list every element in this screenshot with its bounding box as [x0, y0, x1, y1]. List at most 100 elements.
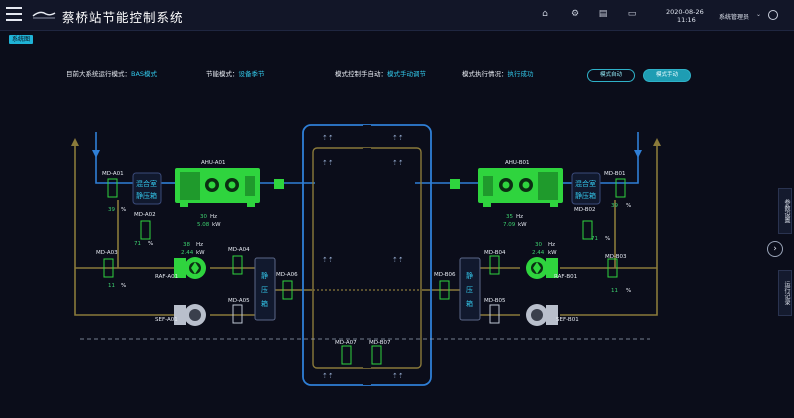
exec-status: 模式执行情况：执行成功: [462, 70, 534, 78]
damper-md-a02: [140, 220, 151, 240]
svg-text:30: 30: [200, 214, 207, 220]
svg-text:%: %: [121, 207, 126, 213]
svg-text:MD-B02: MD-B02: [574, 207, 596, 213]
svg-text:箱: 箱: [466, 299, 473, 308]
damper-md-b05: [489, 304, 500, 324]
svg-text:7.09: 7.09: [503, 222, 516, 228]
sef-b01-fan[interactable]: [526, 304, 558, 326]
records-side-tab[interactable]: 运行记录: [778, 270, 792, 316]
svg-text:Hz: Hz: [516, 214, 523, 220]
chevron-right-icon[interactable]: ›: [767, 241, 783, 257]
logo-icon: [32, 11, 56, 19]
svg-text:5.08: 5.08: [197, 222, 210, 228]
damper-md-b03: [607, 258, 618, 278]
params-side-tab[interactable]: 参数设置: [778, 188, 792, 234]
save-mode-status: 节能模式：设备季节: [206, 70, 265, 78]
svg-text:39: 39: [108, 207, 115, 213]
raf-a01-fan[interactable]: [174, 257, 206, 279]
damper-md-a04: [232, 255, 243, 275]
svg-text:%: %: [148, 241, 153, 247]
svg-text:MD-A02: MD-A02: [134, 212, 156, 218]
svg-text:kW: kW: [196, 250, 205, 256]
svg-text:%: %: [121, 283, 126, 289]
svg-text:静压箱: 静压箱: [136, 191, 157, 200]
sef-a01-fan[interactable]: [174, 304, 206, 326]
left-mixing-box: [132, 172, 162, 205]
svg-text:⇡⇡: ⇡⇡: [322, 134, 334, 142]
user-name[interactable]: 系统管理员: [719, 12, 749, 21]
document-icon[interactable]: ▤: [598, 9, 608, 19]
damper-md-b01: [615, 178, 626, 198]
app-title: 蔡桥站节能控制系统: [62, 10, 184, 25]
time-display: 11:16: [677, 16, 696, 24]
svg-text:Hz: Hz: [210, 214, 217, 220]
svg-text:2.44: 2.44: [181, 250, 194, 256]
air-shaft: [302, 124, 432, 386]
svg-text:Hz: Hz: [548, 242, 555, 248]
svg-text:71: 71: [134, 241, 141, 247]
control-mode-status: 模式控制手自动：模式手动调节: [335, 70, 426, 78]
damper-md-a05: [232, 304, 243, 324]
svg-text:⇡⇡: ⇡⇡: [392, 372, 404, 380]
right-return-duct: [422, 140, 658, 316]
svg-text:⇡⇡: ⇡⇡: [322, 372, 334, 380]
svg-text:⇡⇡: ⇡⇡: [322, 159, 334, 167]
svg-text:MD-B07: MD-B07: [369, 340, 391, 346]
svg-text:压: 压: [261, 286, 268, 294]
svg-text:箱: 箱: [261, 299, 268, 308]
chevron-down-icon[interactable]: ⌄: [756, 11, 761, 18]
left-static-box: [254, 257, 276, 321]
svg-text:MD-B04: MD-B04: [484, 250, 506, 256]
svg-text:静压箱: 静压箱: [575, 191, 596, 200]
svg-text:71: 71: [591, 236, 598, 242]
svg-text:MD-B05: MD-B05: [484, 298, 506, 304]
power-icon[interactable]: [768, 10, 778, 20]
svg-text:kW: kW: [518, 222, 527, 228]
ahu-b01-unit[interactable]: [478, 168, 563, 207]
svg-text:%: %: [626, 203, 631, 209]
svg-text:AHU-B01: AHU-B01: [505, 160, 529, 166]
svg-text:MD-B03: MD-B03: [605, 254, 627, 260]
menu-icon[interactable]: [6, 7, 22, 21]
svg-text:⇡⇡: ⇡⇡: [392, 134, 404, 142]
run-mode-status: 目前大系统运行模式：BAS模式: [66, 70, 158, 78]
damper-md-b07: [371, 345, 382, 365]
right-static-box: [459, 257, 481, 321]
svg-text:⇡⇡: ⇡⇡: [322, 256, 334, 264]
damper-md-a07: [341, 345, 352, 365]
svg-text:AHU-A01: AHU-A01: [201, 160, 226, 166]
raf-b01-fan[interactable]: [526, 257, 558, 279]
system-diagram: ⇡⇡ ⇡⇡ ⇡⇡ ⇡⇡ ⇡⇡ ⇡⇡ ⇡⇡ ⇡⇡ 混合室 静压箱 混合室 静压箱 AHU-…: [71, 124, 661, 386]
svg-text:⇡⇡: ⇡⇡: [392, 159, 404, 167]
monitor-icon[interactable]: ▭: [627, 9, 637, 19]
right-mixing-box: [571, 172, 601, 205]
damper-md-b06: [439, 280, 450, 300]
svg-text:MD-A01: MD-A01: [102, 171, 124, 177]
svg-text:MD-B01: MD-B01: [604, 171, 626, 177]
svg-text:35: 35: [506, 214, 513, 220]
tab-system-diagram[interactable]: 系统图: [9, 35, 34, 44]
manual-mode-button[interactable]: 模式手动: [643, 69, 691, 82]
svg-text:38: 38: [183, 242, 190, 248]
svg-text:⇡⇡: ⇡⇡: [392, 256, 404, 264]
svg-text:kW: kW: [548, 250, 557, 256]
svg-text:kW: kW: [212, 222, 221, 228]
svg-text:MD-A06: MD-A06: [276, 272, 298, 278]
svg-text:MD-B06: MD-B06: [434, 272, 456, 278]
svg-text:混合室: 混合室: [136, 179, 157, 188]
svg-text:39: 39: [611, 203, 618, 209]
svg-text:11: 11: [108, 283, 115, 289]
svg-text:Hz: Hz: [196, 242, 203, 248]
damper-md-a01: [107, 178, 118, 198]
svg-text:11: 11: [611, 288, 618, 294]
damper-md-a03: [103, 258, 114, 278]
svg-text:2.44: 2.44: [532, 250, 545, 256]
svg-text:MD-A03: MD-A03: [96, 250, 118, 256]
svg-text:SEF-B01: SEF-B01: [556, 317, 579, 323]
gear-icon[interactable]: ⚙: [570, 9, 580, 19]
auto-mode-button[interactable]: 模式自动: [587, 69, 635, 82]
ahu-a01-unit[interactable]: [175, 168, 260, 207]
svg-text:%: %: [605, 236, 610, 242]
home-icon[interactable]: ⌂: [540, 9, 550, 19]
svg-text:30: 30: [535, 242, 542, 248]
